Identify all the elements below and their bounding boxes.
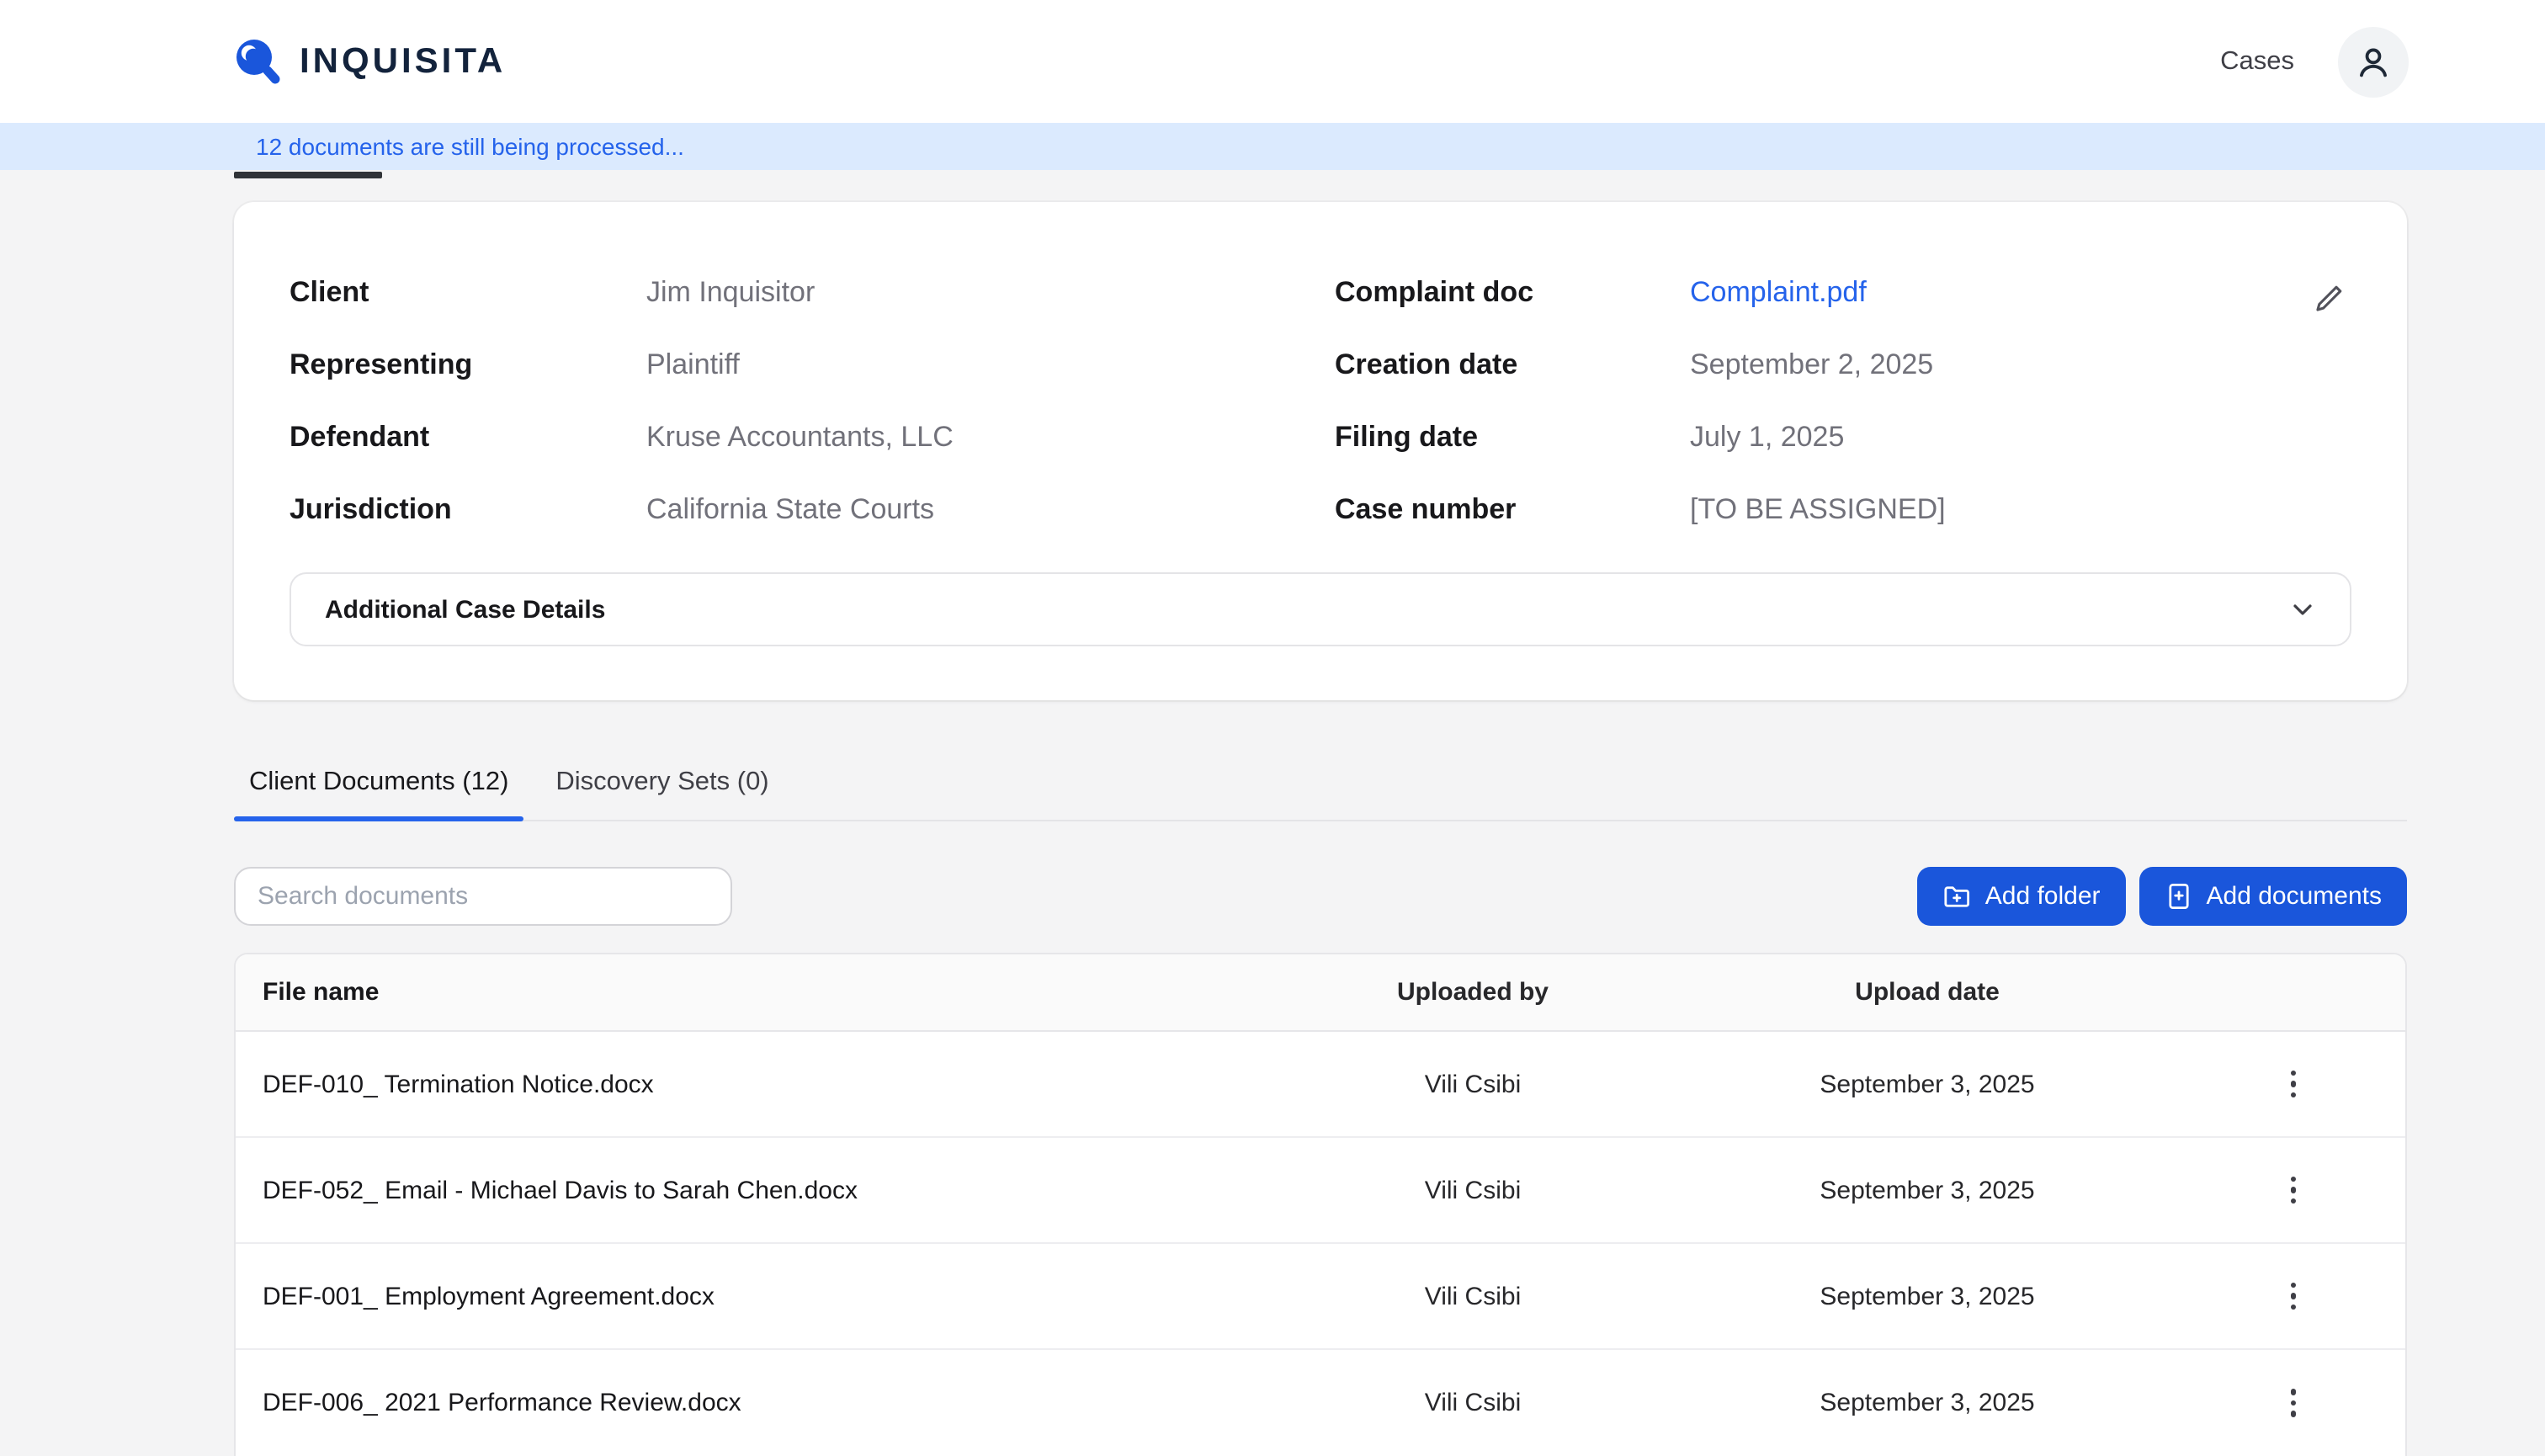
magnifier-logo-icon [229,35,283,88]
col-file-name: File name [236,978,1272,1007]
field-label: Creation date [1335,328,1690,401]
field-label: Case number [1335,473,1690,545]
folder-plus-icon [1943,882,1972,911]
field-value: Plaintiff [646,328,1335,401]
notification-message: 12 documents are still being processed..… [256,133,684,160]
field-label: Defendant [290,401,646,473]
tab-discovery-sets[interactable]: Discovery Sets (0) [540,768,784,820]
documents-table: File name Uploaded by Upload date DEF-01… [234,953,2407,1456]
file-name-cell[interactable]: DEF-052_ Email - Michael Davis to Sarah … [236,1176,1272,1204]
field-label: Client [290,256,646,328]
col-uploaded-by: Uploaded by [1272,978,1673,1007]
field-value: [TO BE ASSIGNED] [1690,473,2351,545]
page-content: Client Jim Inquisitor Complaint doc Comp… [0,172,2545,1456]
person-icon [2355,43,2392,80]
add-folder-label: Add folder [1985,882,2101,911]
upload-date-cell: September 3, 2025 [1673,1070,2181,1098]
row-actions-menu-icon[interactable] [2270,1273,2317,1320]
file-name-cell[interactable]: DEF-010_ Termination Notice.docx [236,1070,1272,1098]
chevron-down-icon [2289,596,2316,623]
nav-cases-link[interactable]: Cases [2220,46,2294,77]
file-name-cell[interactable]: DEF-001_ Employment Agreement.docx [236,1282,1272,1310]
table-row[interactable]: DEF-010_ Termination Notice.docx Vili Cs… [236,1032,2405,1138]
upload-date-cell: September 3, 2025 [1673,1389,2181,1417]
uploaded-by-cell: Vili Csibi [1272,1282,1673,1310]
case-detail-grid: Client Jim Inquisitor Complaint doc Comp… [290,256,2351,545]
add-documents-button[interactable]: Add documents [2139,867,2407,926]
add-folder-button[interactable]: Add folder [1918,867,2126,926]
file-name-cell[interactable]: DEF-006_ 2021 Performance Review.docx [236,1389,1272,1417]
user-avatar-button[interactable] [2338,26,2409,97]
field-value: California State Courts [646,473,1335,545]
add-documents-label: Add documents [2207,882,2382,911]
field-value: Jim Inquisitor [646,256,1335,328]
brand[interactable]: INQUISITA [229,35,506,88]
field-value: July 1, 2025 [1690,401,2351,473]
table-row[interactable]: DEF-006_ 2021 Performance Review.docx Vi… [236,1350,2405,1456]
field-label: Jurisdiction [290,473,646,545]
field-label: Representing [290,328,646,401]
additional-case-details-toggle[interactable]: Additional Case Details [290,572,2351,646]
processing-notification-bar: 12 documents are still being processed..… [0,123,2545,170]
row-actions-menu-icon[interactable] [2270,1166,2317,1214]
tab-client-documents[interactable]: Client Documents (12) [234,768,523,820]
table-header-row: File name Uploaded by Upload date [236,954,2405,1032]
edit-case-button[interactable] [2308,278,2348,318]
file-plus-icon [2165,882,2193,911]
field-label: Filing date [1335,401,1690,473]
row-actions-menu-icon[interactable] [2270,1060,2317,1108]
app-viewport: INQUISITA Cases 12 documents are still b… [0,0,2545,1384]
row-actions-menu-icon[interactable] [2270,1379,2317,1427]
uploaded-by-cell: Vili Csibi [1272,1176,1673,1204]
field-value: Kruse Accountants, LLC [646,401,1335,473]
search-documents-input[interactable] [234,867,732,926]
documents-toolbar: Add folder Add documents [234,867,2407,926]
col-upload-date: Upload date [1673,978,2181,1007]
complaint-doc-link[interactable]: Complaint.pdf [1690,256,2351,328]
field-value: September 2, 2025 [1690,328,2351,401]
document-tabs: Client Documents (12) Discovery Sets (0) [234,768,2407,821]
top-header: INQUISITA Cases [0,0,2545,123]
uploaded-by-cell: Vili Csibi [1272,1070,1673,1098]
pencil-icon [2312,282,2344,314]
upload-date-cell: September 3, 2025 [1673,1282,2181,1310]
table-row[interactable]: DEF-001_ Employment Agreement.docx Vili … [236,1244,2405,1350]
upload-date-cell: September 3, 2025 [1673,1176,2181,1204]
additional-details-label: Additional Case Details [325,595,605,624]
brand-name: INQUISITA [300,41,506,82]
case-details-card: Client Jim Inquisitor Complaint doc Comp… [234,202,2407,700]
table-row[interactable]: DEF-052_ Email - Michael Davis to Sarah … [236,1138,2405,1244]
page-heading-clipped [234,172,382,178]
field-label: Complaint doc [1335,256,1690,328]
uploaded-by-cell: Vili Csibi [1272,1389,1673,1417]
